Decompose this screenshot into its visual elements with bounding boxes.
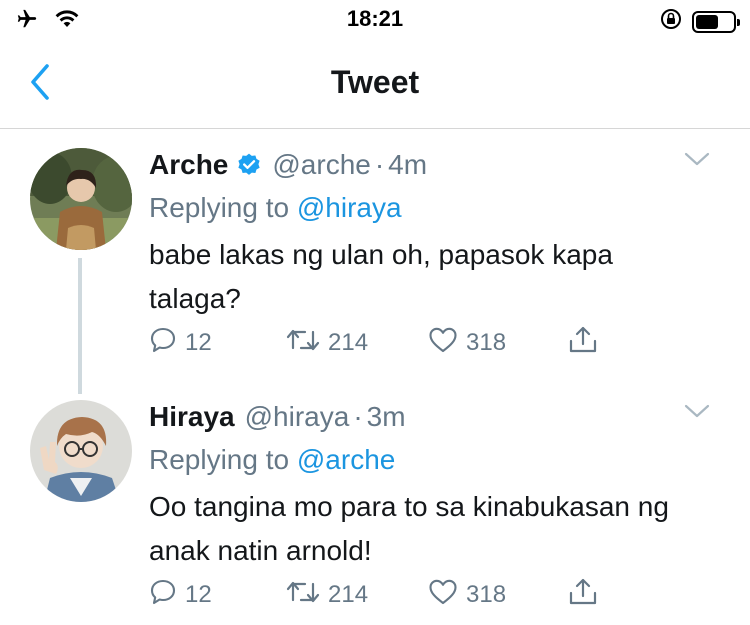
tweet-header: Hiraya @hiraya · 3m (149, 395, 710, 439)
share-button[interactable] (567, 323, 599, 363)
nav-bar: Tweet (0, 40, 750, 129)
status-right (660, 8, 740, 35)
replying-to-label: Replying to (149, 192, 290, 223)
reply-button[interactable]: 12 (149, 323, 212, 363)
tweet-header: Arche @arche · 4m (149, 143, 710, 187)
replying-to-mention[interactable]: @arche (297, 444, 395, 475)
author-handle[interactable]: @hiraya (245, 401, 350, 433)
tweet-text: Oo tangina mo para to sa kinabukasan ng … (149, 491, 669, 566)
verified-badge-icon (236, 152, 262, 178)
page-title: Tweet (330, 64, 420, 100)
heart-icon (428, 578, 458, 613)
retweet-icon (286, 327, 320, 360)
share-icon (567, 577, 599, 614)
reply-count: 12 (185, 329, 212, 356)
status-time: 18:21 (346, 6, 404, 31)
battery-icon (692, 10, 740, 33)
author-handle[interactable]: @arche (272, 149, 370, 181)
tweet[interactable]: Arche @arche · 4m Replying to @hiraya ba… (0, 143, 750, 385)
like-button[interactable]: 318 (428, 323, 506, 363)
replying-to: Replying to @hiraya (149, 187, 710, 229)
tweet-actions: 12 214 318 (149, 323, 609, 363)
retweet-icon (286, 579, 320, 612)
more-options-button[interactable] (684, 403, 710, 424)
author-name[interactable]: Arche (149, 149, 228, 181)
battery-fill (696, 14, 718, 29)
status-bar: 18:21 (0, 0, 750, 40)
reply-icon (149, 326, 177, 361)
chevron-down-icon (684, 152, 710, 171)
replying-to: Replying to @arche (149, 439, 710, 481)
chevron-down-icon (684, 404, 710, 423)
share-button[interactable] (567, 575, 599, 615)
share-icon (567, 325, 599, 362)
retweet-button[interactable]: 214 (286, 323, 368, 363)
like-count: 318 (466, 581, 507, 608)
separator-dot: · (374, 149, 385, 180)
separator-dot: · (353, 401, 363, 432)
tweet-body: Hiraya @hiraya · 3m Replying to @arche O… (149, 395, 710, 573)
replying-to-mention[interactable]: @hiraya (297, 192, 402, 223)
avatar[interactable] (30, 400, 132, 502)
tweet-body: Arche @arche · 4m Replying to @hiraya ba… (149, 143, 710, 321)
reply-button[interactable]: 12 (149, 575, 212, 615)
retweet-count: 214 (328, 581, 369, 608)
retweet-count: 214 (328, 329, 369, 356)
author-name[interactable]: Hiraya (149, 401, 235, 433)
tweet[interactable]: Hiraya @hiraya · 3m Replying to @arche O… (0, 395, 750, 625)
reply-icon (149, 578, 177, 613)
orientation-lock-icon (660, 8, 682, 35)
tweet-actions: 12 214 318 (149, 575, 609, 615)
tweet-time[interactable]: 4m (388, 149, 427, 181)
like-count: 318 (466, 329, 507, 356)
tweet-time[interactable]: 3m (367, 401, 406, 433)
tweet-text: babe lakas ng ulan oh, papasok kapa tala… (149, 239, 613, 314)
heart-icon (428, 326, 458, 361)
replying-to-label: Replying to (149, 444, 290, 475)
like-button[interactable]: 318 (428, 575, 506, 615)
reply-count: 12 (185, 581, 212, 608)
avatar[interactable] (30, 148, 132, 250)
more-options-button[interactable] (684, 151, 710, 172)
retweet-button[interactable]: 214 (286, 575, 368, 615)
